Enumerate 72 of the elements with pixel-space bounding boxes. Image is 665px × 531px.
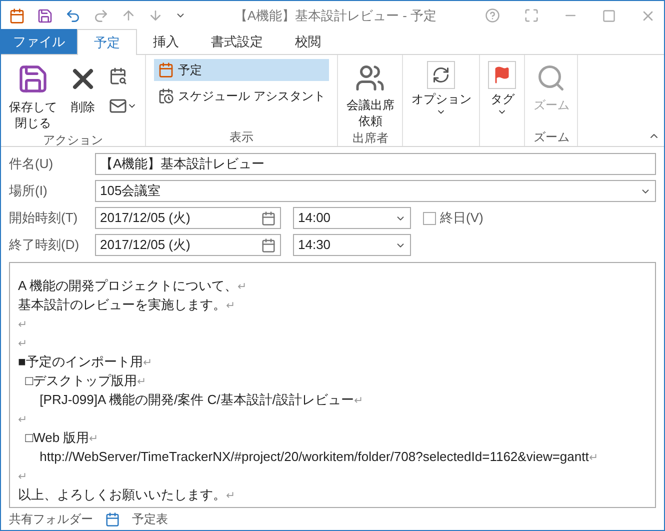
time-field[interactable]: 14:00 — [293, 207, 411, 229]
paragraph-mark: ↵ — [18, 471, 27, 483]
ribbon-tab[interactable]: 挿入 — [137, 29, 195, 54]
date-field[interactable]: 2017/12/05 (火) — [95, 234, 281, 256]
ribbon-tab[interactable]: 校閲 — [279, 29, 337, 54]
body-text: ■予定のインポート用 — [18, 354, 143, 369]
folder-label: 共有フォルダー — [9, 511, 93, 528]
envelope-icon[interactable] — [109, 97, 127, 115]
meeting-request-button[interactable]: 会議出席 依頼 — [342, 59, 398, 129]
calendar-clock-icon — [158, 88, 174, 104]
undo-icon[interactable] — [65, 8, 81, 24]
file-tab[interactable]: ファイル — [1, 29, 77, 54]
calendar-icon — [261, 210, 276, 226]
calendar-icon — [261, 238, 276, 252]
options-button[interactable]: オプション — [407, 59, 476, 128]
field-label: 場所(I) — [9, 182, 48, 200]
paragraph-mark: ↵ — [142, 357, 152, 369]
all-day-checkbox[interactable] — [423, 212, 436, 224]
date-field[interactable]: 2017/12/05 (火) — [95, 207, 281, 229]
maximize-icon[interactable] — [602, 8, 616, 22]
save-icon — [17, 63, 49, 95]
time-field[interactable]: 14:30 — [293, 234, 411, 256]
body-text: [PRJ-099]A 機能の開発/案件 C/基本設計/設計レビュー — [38, 392, 354, 407]
magnifier-icon — [536, 63, 566, 93]
body-text: 基本設計のレビューを実施します。 — [18, 297, 226, 312]
body-text: A 機能の開発プロジェクトについて、 — [18, 278, 238, 293]
field-label: 件名(U) — [9, 155, 54, 174]
body-text: http://WebServer/TimeTrackerNX/#project/20/workitem/folder/708?selectedId=1162&view=gantt — [38, 449, 589, 464]
paragraph-mark: ↵ — [588, 452, 598, 464]
paragraph-mark: ↵ — [226, 300, 235, 312]
app-icon — [9, 8, 25, 24]
subject-field[interactable]: 【A機能】基本設計レビュー — [95, 153, 656, 175]
group-label: 表示 — [230, 130, 254, 144]
paragraph-mark: ↵ — [18, 414, 27, 426]
ribbon-display-icon[interactable] — [524, 8, 539, 23]
view-toggle[interactable]: スケジュール アシスタント — [154, 85, 330, 107]
tags-button[interactable]: タグ — [484, 59, 520, 128]
down-arrow-icon[interactable] — [148, 8, 163, 23]
paragraph-mark: ↵ — [18, 338, 27, 350]
paragraph-mark: ↵ — [354, 395, 363, 407]
ribbon-tab[interactable]: 予定 — [77, 29, 137, 55]
body-editor[interactable] — [9, 262, 656, 508]
body-text: □Web 版用 — [24, 430, 90, 445]
field-label: 開始時刻(T) — [9, 209, 79, 228]
calendar-icon — [105, 512, 120, 526]
group-label: アクション — [43, 133, 103, 147]
calendar-search-icon[interactable] — [109, 67, 127, 85]
save-icon[interactable] — [37, 8, 53, 24]
delete-button[interactable]: 削除 — [63, 59, 103, 131]
people-icon — [355, 63, 386, 93]
redo-icon[interactable] — [93, 8, 109, 24]
body-text: 以上、よろしくお願いいたします。 — [18, 487, 226, 502]
group-label: ズーム — [533, 130, 570, 144]
paragraph-mark: ↵ — [18, 319, 27, 331]
paragraph-mark: ↵ — [238, 281, 247, 293]
paragraph-mark: ↵ — [137, 376, 146, 388]
window-title: 【A機能】基本設計レビュー - 予定 — [233, 6, 438, 25]
ribbon-tab[interactable]: 書式設定 — [195, 29, 279, 54]
all-day-label: 終日(V) — [440, 209, 484, 228]
flag-icon — [488, 61, 516, 89]
calendar-icon — [158, 62, 174, 78]
field-label: 終了時刻(D) — [9, 236, 80, 254]
location-field[interactable]: 105会議室 — [95, 180, 656, 202]
view-toggle[interactable]: 予定 — [154, 59, 330, 81]
help-icon[interactable] — [485, 8, 500, 23]
calendar-label: 予定表 — [132, 511, 168, 528]
paragraph-mark: ↵ — [89, 433, 98, 445]
save-and-close-button[interactable]: 保存して 閉じる — [5, 59, 61, 131]
paragraph-mark: ↵ — [226, 490, 235, 502]
body-text: □デスクトップ版用 — [24, 373, 138, 388]
refresh-icon — [427, 61, 456, 89]
group-label: 出席者 — [352, 131, 388, 145]
